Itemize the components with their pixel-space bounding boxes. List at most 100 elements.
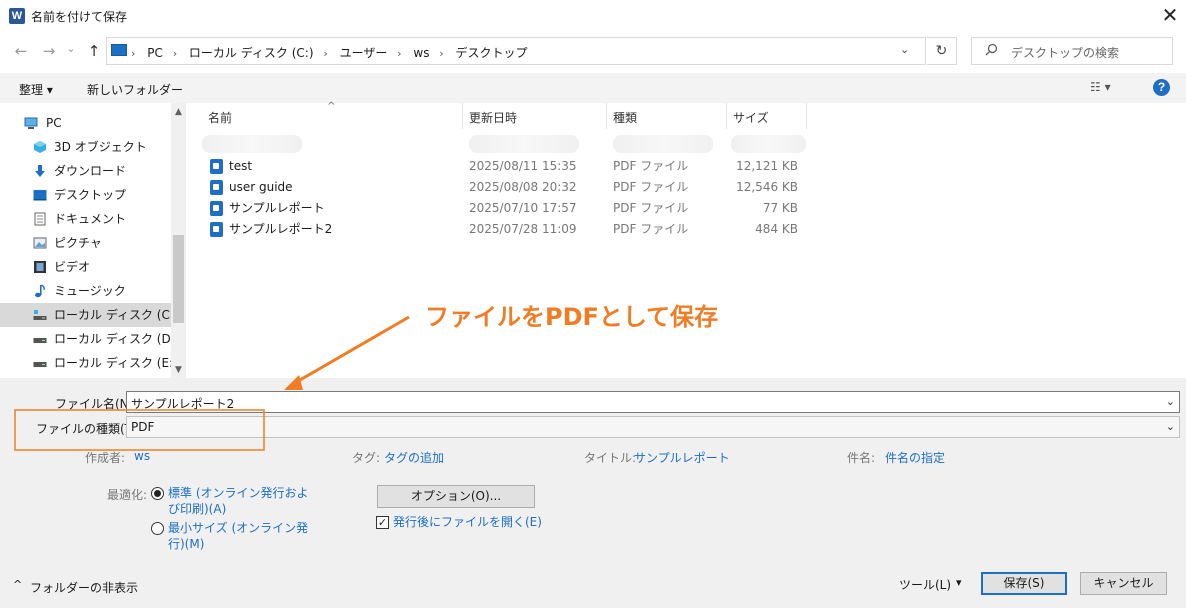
pdf-file-icon [210, 222, 223, 237]
file-name: サンプルレポート2 [229, 222, 333, 236]
navigation-scrollbar[interactable]: ▲ ▼ [171, 103, 186, 378]
option-standard-line1[interactable]: 標準 (オンライン発行およ [168, 485, 309, 501]
cancel-button[interactable]: キャンセル [1080, 572, 1167, 595]
address-bar[interactable]: › PC › ローカル ディスク (C:) › ユーザー › ws › デスクト… [106, 37, 926, 65]
hide-folders-button[interactable]: フォルダーの非表示 [30, 579, 138, 596]
column-header-type[interactable]: 種類 [613, 109, 637, 126]
refresh-icon[interactable]: ↻ [927, 37, 957, 65]
subject-value[interactable]: 件名の指定 [885, 449, 945, 466]
back-arrow-icon[interactable]: ← [10, 40, 32, 62]
option-minimum-line2[interactable]: 行)(M) [168, 536, 204, 552]
sidebar-item-videos[interactable]: ビデオ [0, 255, 171, 279]
radio-standard[interactable] [151, 487, 164, 500]
file-size: 77 KB [762, 201, 798, 215]
subject-label: 件名: [847, 451, 876, 465]
drive-icon [33, 362, 47, 367]
blurred-item [202, 135, 302, 153]
breadcrumb: › PC › ローカル ディスク (C:) › ユーザー › ws › デスクト… [131, 44, 534, 61]
option-standard-line2[interactable]: び印刷)(A) [168, 501, 226, 517]
breadcrumb-pc[interactable]: PC [147, 46, 163, 60]
up-arrow-icon[interactable]: ↑ [83, 40, 105, 62]
scroll-up-icon[interactable]: ▲ [171, 107, 186, 117]
organize-button[interactable]: 整理 ▾ [19, 81, 53, 98]
filetype-select[interactable]: PDF ⌄ [126, 416, 1180, 438]
close-icon[interactable]: ✕ [1156, 2, 1184, 30]
sidebar-item-pictures[interactable]: ピクチャ [0, 231, 171, 255]
chevron-down-icon[interactable]: ⌄ [1166, 395, 1175, 408]
column-header-date[interactable]: 更新日時 [469, 109, 517, 126]
drive-icon [33, 310, 47, 320]
forward-arrow-icon[interactable]: → [38, 40, 60, 62]
options-button[interactable]: オプション(O)... [377, 485, 535, 508]
command-toolbar: 整理 ▾ 新しいフォルダー ☷ ▾ ? [0, 73, 1186, 103]
chevron-down-icon[interactable]: ▾ [956, 576, 962, 589]
author-value[interactable]: ws [134, 449, 150, 463]
sidebar-item-desktop[interactable]: デスクトップ [0, 183, 171, 207]
file-type: PDF ファイル [613, 159, 689, 173]
search-icon [985, 43, 998, 60]
breadcrumb-separator-icon[interactable]: › [323, 47, 327, 60]
sidebar-item-downloads[interactable]: ダウンロード [0, 159, 171, 183]
scroll-thumb[interactable] [173, 235, 184, 323]
breadcrumb-separator-icon[interactable]: › [397, 47, 401, 60]
search-input[interactable]: デスクトップの検索 [971, 37, 1173, 65]
chevron-down-icon[interactable]: ⌄ [900, 43, 909, 56]
file-row[interactable]: サンプルレポート 2025/07/10 17:57 PDF ファイル 77 KB [186, 198, 1186, 219]
title-value[interactable]: サンプルレポート [634, 449, 730, 466]
file-row[interactable]: test 2025/08/11 15:35 PDF ファイル 12,121 KB [186, 156, 1186, 177]
help-icon[interactable]: ? [1153, 79, 1170, 96]
word-app-icon: W [9, 8, 25, 24]
column-divider[interactable] [726, 103, 727, 129]
blurred-item [613, 135, 713, 153]
save-button[interactable]: 保存(S) [981, 572, 1067, 595]
column-header-size[interactable]: サイズ [733, 109, 769, 126]
tags-value[interactable]: タグの追加 [384, 449, 444, 466]
column-divider[interactable] [606, 103, 607, 129]
sidebar-item-music[interactable]: ミュージック [0, 279, 171, 303]
open-after-checkbox[interactable]: ✓ [376, 516, 389, 529]
desktop-icon [33, 190, 47, 201]
sidebar-item-local-disk-d[interactable]: ローカル ディスク (D:) [0, 327, 179, 351]
sidebar-item-label: ミュージック [54, 284, 126, 298]
sidebar-item-3d-objects[interactable]: 3D オブジェクト [0, 135, 171, 159]
file-row[interactable]: user guide 2025/08/08 20:32 PDF ファイル 12,… [186, 177, 1186, 198]
file-date: 2025/08/08 20:32 [469, 180, 577, 194]
radio-minimum[interactable] [151, 522, 164, 535]
view-options-icon[interactable]: ☷ ▾ [1090, 80, 1111, 94]
breadcrumb-separator-icon[interactable]: › [131, 47, 135, 60]
sidebar-item-local-disk-e[interactable]: ローカル ディスク (E:) [0, 351, 178, 375]
new-folder-button[interactable]: 新しいフォルダー [87, 81, 183, 98]
file-type: PDF ファイル [613, 180, 689, 194]
sidebar-item-pc[interactable]: PC [0, 111, 171, 135]
filename-field[interactable]: サンプルレポート2 ⌄ [126, 391, 1180, 413]
breadcrumb-local-disk-c[interactable]: ローカル ディスク (C:) [189, 46, 314, 60]
recent-locations-icon[interactable]: ⌄ [60, 38, 82, 60]
pdf-file-icon [210, 201, 223, 216]
breadcrumb-users[interactable]: ユーザー [340, 46, 388, 60]
file-size: 12,546 KB [736, 180, 798, 194]
sidebar-item-label: ピクチャ [54, 236, 102, 250]
tools-button[interactable]: ツール(L) [899, 576, 951, 593]
sidebar-item-label: ローカル ディスク (D:) [54, 332, 180, 346]
open-after-label[interactable]: 発行後にファイルを開く(E) [393, 514, 542, 530]
sidebar-item-label: 3D オブジェクト [54, 140, 147, 154]
video-icon [34, 261, 46, 273]
sidebar-item-local-disk-c[interactable]: ローカル ディスク (C:) [0, 303, 179, 327]
file-row[interactable]: サンプルレポート2 2025/07/28 11:09 PDF ファイル 484 … [186, 219, 1186, 240]
breadcrumb-separator-icon[interactable]: › [439, 47, 443, 60]
breadcrumb-desktop[interactable]: デスクトップ [456, 46, 528, 60]
document-icon [34, 212, 46, 226]
sidebar-item-documents[interactable]: ドキュメント [0, 207, 171, 231]
breadcrumb-ws[interactable]: ws [413, 46, 429, 60]
sidebar-item-label: ドキュメント [54, 212, 127, 226]
scroll-down-icon[interactable]: ▼ [171, 365, 186, 375]
chevron-up-icon[interactable]: ^ [13, 578, 22, 591]
option-minimum-line1[interactable]: 最小サイズ (オンライン発 [168, 520, 308, 536]
column-divider[interactable] [806, 103, 807, 129]
chevron-down-icon[interactable]: ⌄ [1166, 420, 1175, 433]
tags-label: タグ: [352, 451, 381, 465]
sidebar-item-label: PC [46, 116, 62, 130]
breadcrumb-separator-icon[interactable]: › [173, 47, 177, 60]
column-header-name[interactable]: 名前 [208, 109, 232, 126]
column-divider[interactable] [462, 103, 463, 129]
